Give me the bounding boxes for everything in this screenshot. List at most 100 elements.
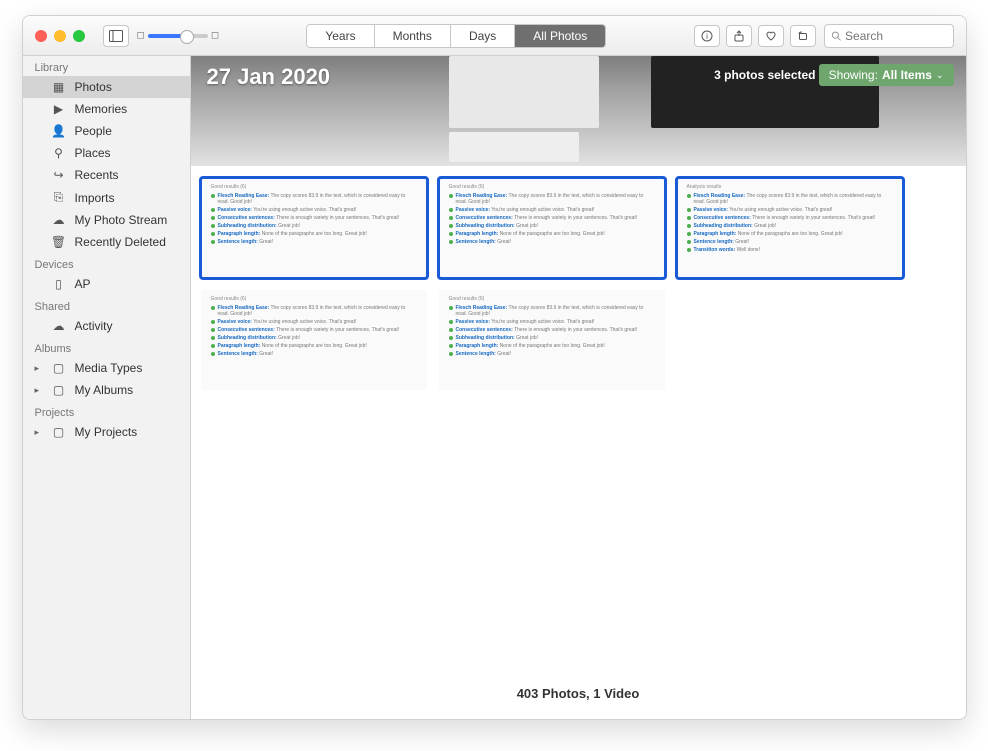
zoom-in-icon[interactable]: ◻ — [211, 30, 219, 41]
status-dot-icon — [211, 336, 215, 340]
memories-icon: ▶ — [51, 102, 67, 116]
thumb-line: Sentence length: Great! — [211, 239, 417, 245]
status-dot-icon — [449, 232, 453, 236]
sidebar-item-ap[interactable]: ▯ AP — [23, 273, 190, 295]
thumb-line: Paragraph length: None of the paragraphs… — [449, 231, 655, 237]
view-switcher: Years Months Days All Photos — [306, 24, 606, 48]
sidebar-item-people[interactable]: 👤People — [23, 120, 190, 142]
status-dot-icon — [211, 240, 215, 244]
sidebar-section-header: Library — [23, 56, 190, 76]
thumb-line: Sentence length: Great! — [687, 239, 893, 245]
sidebar-item-imports[interactable]: ⎘Imports — [23, 186, 190, 209]
trash-icon: 🗑 — [51, 235, 67, 249]
thumb-line: Sentence length: Great! — [449, 239, 655, 245]
folder-icon: ▢ — [51, 361, 67, 375]
thumb-header: Good results (6) — [211, 296, 417, 302]
photos-icon: ▦ — [51, 80, 67, 94]
sidebar-item-activity[interactable]: ☁Activity — [23, 315, 190, 337]
thumb-line: Paragraph length: None of the paragraphs… — [449, 343, 655, 349]
device-icon: ▯ — [51, 277, 67, 291]
sidebar-item-recents[interactable]: ↪Recents — [23, 164, 190, 186]
rotate-button[interactable] — [790, 25, 816, 47]
status-dot-icon — [449, 216, 453, 220]
minimize-icon[interactable] — [54, 30, 66, 42]
status-dot-icon — [211, 194, 215, 198]
view-months[interactable]: Months — [375, 25, 451, 47]
status-dot-icon — [211, 208, 215, 212]
thumb-line: Subheading distribution: Great job! — [449, 335, 655, 341]
thumb-line: Passive voice: You're using enough activ… — [449, 319, 655, 325]
sidebar-item-my-photo-stream[interactable]: ☁My Photo Stream — [23, 209, 190, 231]
showing-filter-button[interactable]: Showing: All Items ⌄ — [819, 64, 954, 86]
status-dot-icon — [449, 224, 453, 228]
sidebar-item-my-albums[interactable]: ▸▢My Albums — [23, 379, 190, 401]
sidebar-item-label: Memories — [75, 102, 178, 116]
thumb-line: Consecutive sentences: There is enough v… — [687, 215, 893, 221]
fullscreen-icon[interactable] — [73, 30, 85, 42]
thumb-line: Passive voice: You're using enough activ… — [687, 207, 893, 213]
sidebar-item-label: Media Types — [75, 361, 178, 375]
sidebar: Library▦Photos▶Memories👤People⚲Places↪Re… — [23, 56, 191, 719]
status-dot-icon — [687, 232, 691, 236]
photo-thumbnail[interactable]: Good results (6)Flesch Reading Ease: The… — [439, 290, 665, 390]
view-years[interactable]: Years — [307, 25, 374, 47]
folder-icon: ▢ — [51, 383, 67, 397]
zoom-out-icon[interactable]: ◻ — [137, 30, 145, 41]
window-controls — [35, 30, 85, 42]
close-icon[interactable] — [35, 30, 47, 42]
thumb-line: Transition words: Well done! — [687, 247, 893, 253]
disclosure-triangle-icon[interactable]: ▸ — [35, 385, 43, 396]
hero-thumb[interactable] — [449, 132, 579, 162]
sidebar-item-recently-deleted[interactable]: 🗑 Recently Deleted — [23, 231, 190, 253]
recents-icon: ↪ — [51, 168, 67, 182]
thumb-line: Passive voice: You're using enough activ… — [211, 207, 417, 213]
view-days[interactable]: Days — [451, 25, 515, 47]
sidebar-item-label: My Photo Stream — [75, 213, 178, 227]
thumb-line: Subheading distribution: Great job! — [211, 335, 417, 341]
photo-thumbnail[interactable]: Good results (6)Flesch Reading Ease: The… — [439, 178, 665, 278]
status-dot-icon — [211, 232, 215, 236]
sidebar-item-label: Activity — [75, 319, 178, 333]
photo-thumbnail[interactable]: Analysis resultsFlesch Reading Ease: The… — [677, 178, 903, 278]
status-dot-icon — [687, 224, 691, 228]
sidebar-toggle-button[interactable] — [103, 25, 129, 47]
sidebar-section-header: Shared — [23, 295, 190, 315]
zoom-slider[interactable] — [148, 34, 208, 38]
status-dot-icon — [211, 352, 215, 356]
photo-thumbnail[interactable]: Good results (6)Flesch Reading Ease: The… — [201, 290, 427, 390]
sidebar-item-media-types[interactable]: ▸ ▢ Media Types — [23, 357, 190, 379]
search-field[interactable] — [824, 24, 954, 48]
status-dot-icon — [449, 336, 453, 340]
status-dot-icon — [687, 208, 691, 212]
sidebar-item-label: AP — [75, 277, 178, 291]
thumb-line: Flesch Reading Ease: The copy scores 83.… — [687, 193, 893, 205]
thumb-line: Consecutive sentences: There is enough v… — [449, 327, 655, 333]
search-input[interactable] — [845, 29, 947, 43]
status-dot-icon — [449, 240, 453, 244]
sidebar-item-places[interactable]: ⚲Places — [23, 142, 190, 164]
sidebar-item-memories[interactable]: ▶ Memories — [23, 98, 190, 120]
thumb-line: Flesch Reading Ease: The copy scores 83.… — [211, 193, 417, 205]
sidebar-item-label: Photos — [75, 80, 178, 94]
status-dot-icon — [687, 240, 691, 244]
sidebar-item-my-projects[interactable]: ▸▢My Projects — [23, 421, 190, 443]
status-dot-icon — [687, 194, 691, 198]
sidebar-item-label: Recently Deleted — [75, 235, 178, 249]
status-dot-icon — [211, 216, 215, 220]
status-dot-icon — [211, 344, 215, 348]
hero-thumb[interactable] — [449, 56, 599, 128]
disclosure-triangle-icon[interactable]: ▸ — [35, 363, 43, 374]
disclosure-triangle-icon[interactable]: ▸ — [35, 427, 43, 438]
thumb-line: Paragraph length: None of the paragraphs… — [211, 343, 417, 349]
view-all-photos[interactable]: All Photos — [515, 25, 605, 47]
thumb-line: Paragraph length: None of the paragraphs… — [687, 231, 893, 237]
favorite-button[interactable] — [758, 25, 784, 47]
thumb-line: Paragraph length: None of the paragraphs… — [211, 231, 417, 237]
share-button[interactable] — [726, 25, 752, 47]
info-button[interactable]: i — [694, 25, 720, 47]
sidebar-item-label: Places — [75, 146, 178, 160]
svg-text:i: i — [706, 32, 708, 41]
photo-thumbnail[interactable]: Good results (6)Flesch Reading Ease: The… — [201, 178, 427, 278]
sidebar-item-photos[interactable]: ▦ Photos — [23, 76, 190, 98]
sidebar-item-label: Imports — [75, 191, 178, 205]
